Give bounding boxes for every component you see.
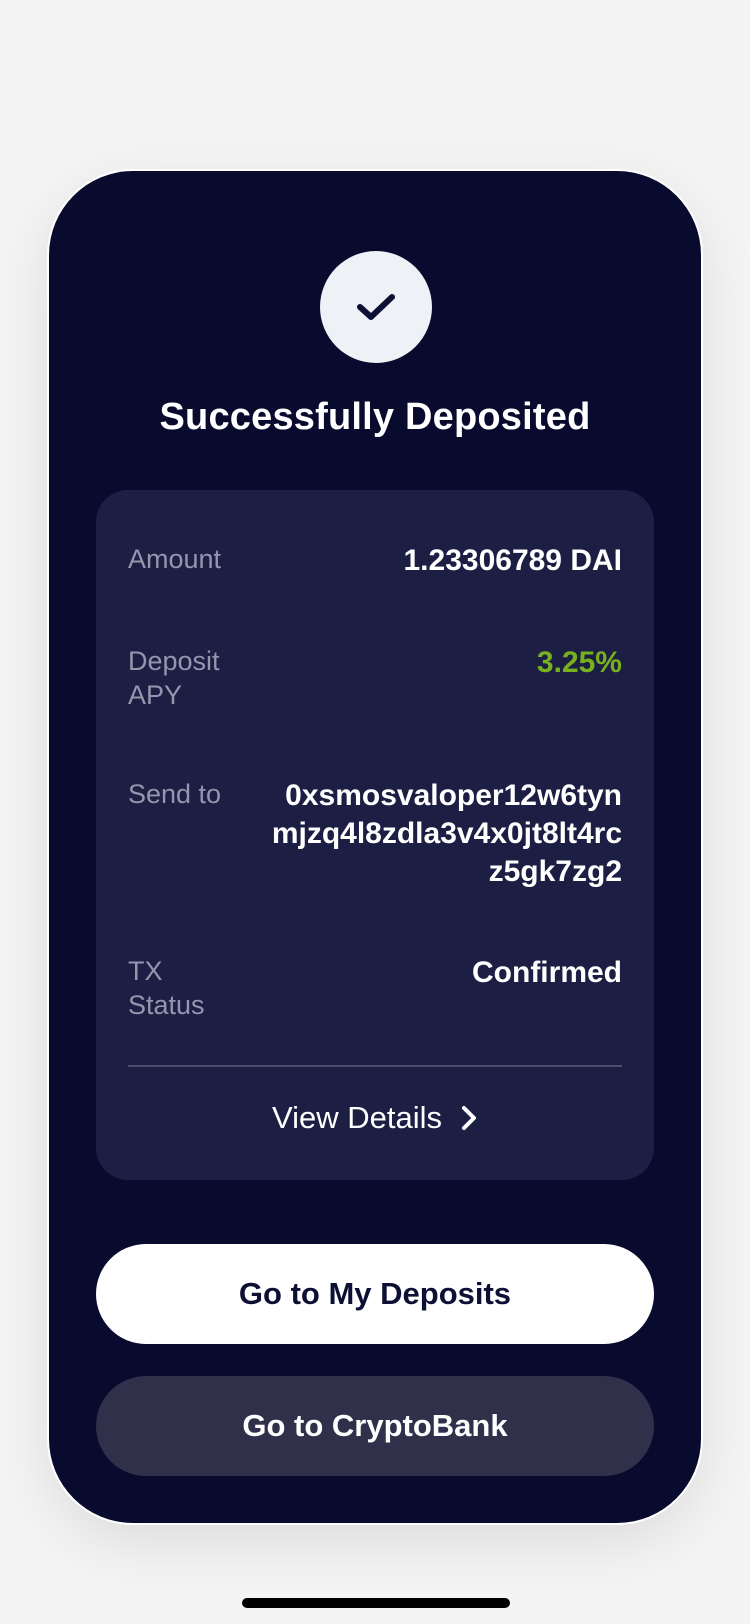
deposit-success-card: Successfully Deposited Amount 1.23306789… bbox=[49, 171, 701, 1523]
apy-value: 3.25% bbox=[536, 646, 622, 679]
go-to-my-deposits-button[interactable]: Go to My Deposits bbox=[96, 1244, 654, 1344]
check-icon bbox=[357, 294, 395, 320]
chevron-right-icon bbox=[460, 1104, 478, 1132]
details-divider bbox=[128, 1065, 622, 1067]
deposit-details-panel: Amount 1.23306789 DAI Deposit APY 3.25% … bbox=[96, 490, 654, 1180]
tx-status-value: Confirmed bbox=[472, 956, 622, 989]
home-indicator bbox=[242, 1598, 510, 1608]
success-badge bbox=[320, 251, 432, 363]
success-title: Successfully Deposited bbox=[159, 396, 591, 438]
apy-label: Deposit APY bbox=[128, 646, 220, 710]
go-to-cryptobank-button[interactable]: Go to CryptoBank bbox=[96, 1376, 654, 1476]
view-details-link[interactable]: View Details bbox=[96, 1088, 654, 1148]
send-to-label: Send to bbox=[128, 779, 222, 809]
amount-label: Amount bbox=[128, 544, 222, 574]
tx-status-label: TX Status bbox=[128, 956, 205, 1020]
view-details-label: View Details bbox=[271, 1100, 442, 1135]
send-to-address: 0xsmosvaloper12w6tynmjzq4l8zdla3v4x0jt8l… bbox=[271, 779, 622, 888]
amount-value: 1.23306789 DAI bbox=[403, 544, 623, 577]
